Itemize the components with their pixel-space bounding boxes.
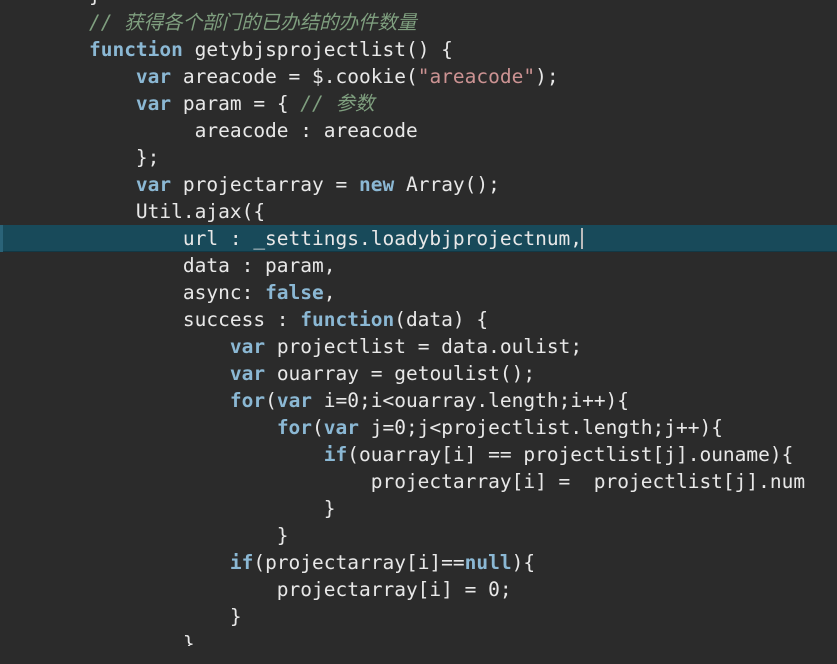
code-token-plain: } (42, 497, 336, 520)
code-line[interactable]: var ouarray = getoulist(); (0, 360, 837, 387)
code-token-kw: for (276, 416, 313, 439)
code-token-plain: i=0;i<ouarray.length;i++){ (312, 389, 630, 412)
code-token-plain: (projectarray[i]== (253, 551, 465, 574)
code-token-kw: var (135, 173, 172, 196)
code-line[interactable]: Util.ajax({ (0, 198, 837, 225)
code-line[interactable]: } (0, 0, 837, 9)
code-line[interactable]: if(ouarray[i] == projectlist[j].ouname){ (0, 441, 837, 468)
code-token-plain: projectarray[i] = projectlist[j].num (42, 470, 806, 493)
code-token-plain: ouarray = getoulist(); (265, 362, 536, 385)
code-line[interactable]: for(var j=0;j<projectlist.length;j++){ (0, 414, 837, 441)
code-token-plain: ( (312, 416, 324, 439)
code-token-kw: var (135, 92, 172, 115)
code-token-kw: var (323, 416, 360, 439)
code-line[interactable]: projectarray[i] = 0; (0, 576, 837, 603)
code-token-plain: getybjsprojectlist() { (182, 38, 453, 61)
code-line[interactable]: } (0, 522, 837, 549)
text-caret (581, 228, 584, 249)
code-token-plain: }; (42, 146, 160, 169)
code-line[interactable]: areacode : areacode (0, 117, 837, 144)
code-line[interactable]: } (0, 603, 837, 630)
code-token-kw: if (229, 551, 254, 574)
code-token-kw: function (300, 308, 395, 331)
code-token-plain: } (42, 632, 195, 646)
code-token-kw: var (229, 335, 266, 358)
code-token-plain: data : param, (42, 254, 336, 277)
code-line[interactable]: // 获得各个部门的已办结的办件数量 (0, 9, 837, 36)
code-token-plain: ); (535, 65, 559, 88)
code-token-plain: success : (42, 308, 301, 331)
code-line[interactable]: var projectlist = data.oulist; (0, 333, 837, 360)
code-token-plain: } (42, 605, 242, 628)
code-token-plain: ( (265, 389, 277, 412)
code-line[interactable]: } (0, 630, 837, 646)
code-token-cmt: // 获得各个部门的已办结的办件数量 (42, 11, 417, 34)
code-token-kw: for (229, 389, 266, 412)
code-line[interactable]: success : function(data) { (0, 306, 837, 333)
code-token-kw: false (265, 281, 324, 304)
code-token-plain: areacode : areacode (42, 119, 418, 142)
code-token-plain: ){ (511, 551, 536, 574)
code-token-kw: var (276, 389, 313, 412)
code-line[interactable]: } (0, 495, 837, 522)
code-token-plain: url : _settings.loadybjprojectnum, (42, 227, 583, 250)
code-token-plain: param = { (171, 92, 301, 115)
code-token-plain: projectlist = data.oulist; (265, 335, 583, 358)
code-token-cmt: // 参数 (300, 92, 375, 115)
code-token-plain: Util.ajax({ (42, 200, 266, 223)
code-line[interactable]: var areacode = $.cookie("areacode"); (0, 63, 837, 90)
code-line[interactable]: for(var i=0;i<ouarray.length;i++){ (0, 387, 837, 414)
code-line-current[interactable]: url : _settings.loadybjprojectnum, (0, 225, 837, 252)
code-line[interactable]: projectarray[i] = projectlist[j].num (0, 468, 837, 495)
code-token-plain: , (323, 281, 336, 304)
code-token-plain: (data) { (394, 308, 489, 331)
code-token-kw: var (135, 65, 172, 88)
code-token-plain: j=0;j<projectlist.length;j++){ (359, 416, 723, 439)
code-token-kw: function (88, 38, 183, 61)
code-line[interactable]: function getybjsprojectlist() { (0, 36, 837, 63)
code-token-kw: var (229, 362, 266, 385)
code-line[interactable]: async: false, (0, 279, 837, 306)
code-line[interactable]: data : param, (0, 252, 837, 279)
code-token-plain: areacode = $.cookie( (171, 65, 418, 88)
code-line[interactable]: var projectarray = new Array(); (0, 171, 837, 198)
code-token-plain: } (42, 0, 101, 7)
code-editor[interactable]: } // 获得各个部门的已办结的办件数量 function getybjspro… (0, 0, 837, 664)
code-token-plain: projectarray = (171, 173, 359, 196)
code-token-plain: async: (42, 281, 266, 304)
code-line[interactable]: }; (0, 144, 837, 171)
code-token-kw: null (464, 551, 512, 574)
code-content[interactable]: } // 获得各个部门的已办结的办件数量 function getybjspro… (0, 0, 837, 646)
code-token-plain: (ouarray[i] == projectlist[j].ouname){ (347, 443, 794, 466)
code-token-plain: projectarray[i] = 0; (42, 578, 512, 601)
code-line[interactable]: if(projectarray[i]==null){ (0, 549, 837, 576)
code-token-str: "areacode" (417, 65, 536, 88)
code-line[interactable]: var param = { // 参数 (0, 90, 837, 117)
code-token-kw: new (359, 173, 395, 196)
code-token-kw: if (323, 443, 348, 466)
code-token-plain: Array(); (394, 173, 500, 196)
code-token-plain: } (42, 524, 289, 547)
